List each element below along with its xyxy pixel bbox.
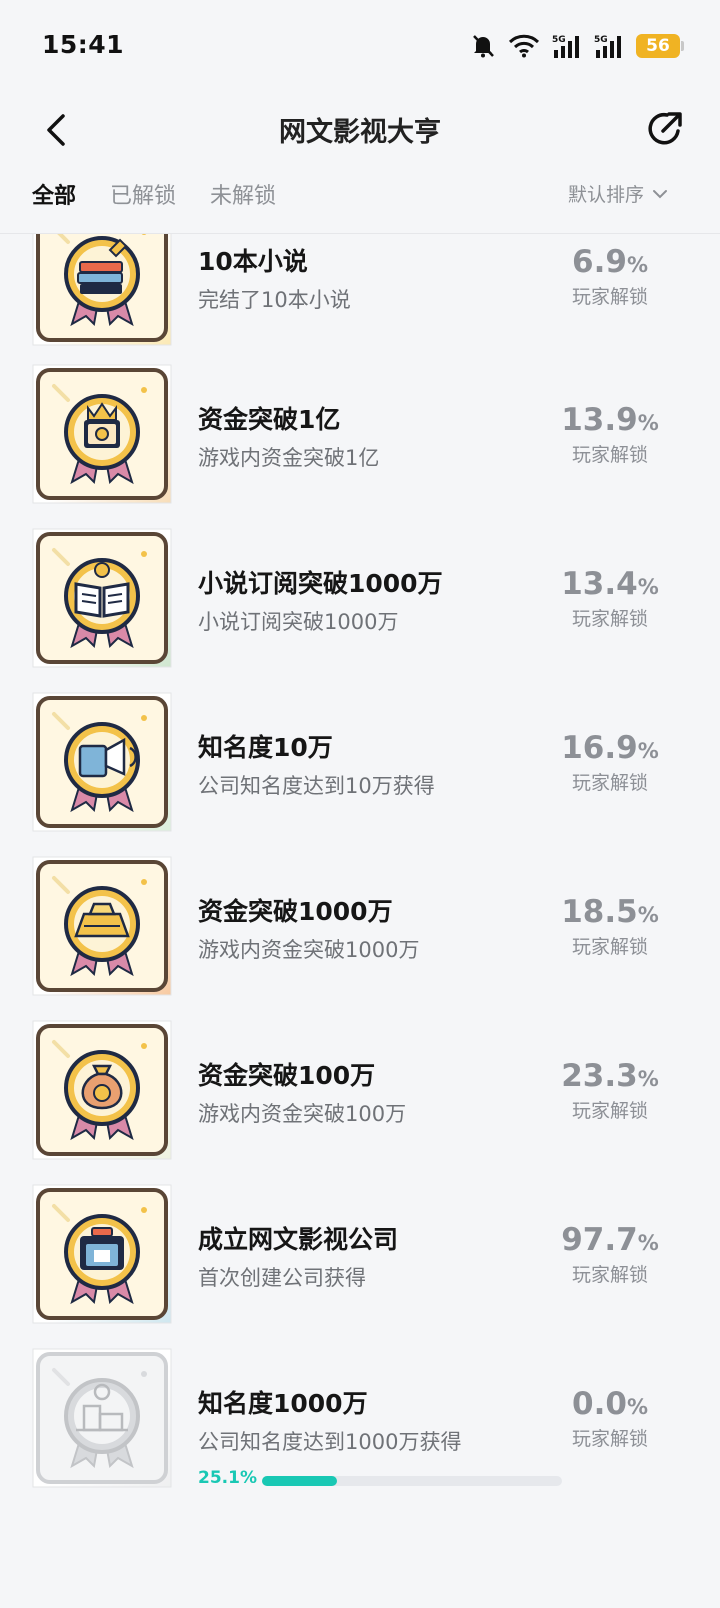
wifi-icon <box>508 34 540 58</box>
unlock-rate: 13.4% 玩家解锁 <box>540 566 680 631</box>
unlock-rate: 18.5% 玩家解锁 <box>540 894 680 959</box>
achievement-name: 资金突破1000万 <box>198 897 393 926</box>
unlock-percent: 23.3 <box>561 1058 638 1094</box>
achievement-item[interactable]: 资金突破1000万游戏内资金突破1000万 18.5% 玩家解锁 <box>0 856 720 1024</box>
achievement-item[interactable]: 成立网文影视公司首次创建公司获得 97.7% 玩家解锁 <box>0 1184 720 1352</box>
svg-text:5G: 5G <box>594 35 608 45</box>
achievement-item[interactable]: 10本小说完结了10本小说 6.9% 玩家解锁 <box>0 234 720 374</box>
unlock-rate: 0.0% 玩家解锁 <box>540 1386 680 1451</box>
progress-track <box>262 1476 562 1486</box>
unlock-percent: 97.7 <box>561 1222 638 1258</box>
achievement-item[interactable]: 知名度1000万公司知名度达到1000万获得 0.0% 玩家解锁 25.1% <box>0 1348 720 1516</box>
unlock-rate: 23.3% 玩家解锁 <box>540 1058 680 1123</box>
unlock-label: 玩家解锁 <box>571 444 648 466</box>
unlock-label: 玩家解锁 <box>571 1264 648 1286</box>
achievement-progress: 25.1% <box>198 1468 568 1492</box>
achievement-name: 资金突破1亿 <box>198 405 341 434</box>
achievement-item[interactable]: 资金突破1亿游戏内资金突破1亿 13.9% 玩家解锁 <box>0 364 720 532</box>
achievement-list: 10本小说完结了10本小说 6.9% 玩家解锁 资金突破1亿游戏内资金突破1亿 … <box>0 234 720 1608</box>
unlock-rate: 16.9% 玩家解锁 <box>540 730 680 795</box>
unlock-percent: 13.4 <box>561 566 638 602</box>
achievement-name: 10本小说 <box>198 247 308 276</box>
tab-all[interactable]: 全部 <box>32 178 76 210</box>
battery-indicator: 56 <box>636 34 684 58</box>
share-arrow-icon <box>648 112 682 145</box>
filter-tabs: 全部 已解锁 未解锁 默认排序 <box>0 172 720 234</box>
signal-5g-icon: 5G <box>552 33 582 59</box>
achievement-name: 成立网文影视公司 <box>198 1225 399 1254</box>
percent-unit: % <box>637 739 659 763</box>
unlock-label: 玩家解锁 <box>571 1100 648 1122</box>
percent-unit: % <box>637 411 659 435</box>
achievement-name: 小说订阅突破1000万 <box>198 569 443 598</box>
signal-5g-icon: 5G <box>594 33 624 59</box>
sort-dropdown[interactable]: 默认排序 <box>568 180 668 207</box>
achievement-name: 资金突破100万 <box>198 1061 376 1090</box>
unlock-label: 玩家解锁 <box>571 936 648 958</box>
unlock-label: 玩家解锁 <box>571 1428 648 1450</box>
achievement-description: 游戏内资金突破1000万 <box>198 938 420 962</box>
company-box-icon <box>32 1184 172 1324</box>
unlock-percent: 18.5 <box>561 894 638 930</box>
page-title: 网文影视大亨 <box>279 117 441 148</box>
achievement-description: 游戏内资金突破100万 <box>198 1102 407 1126</box>
percent-unit: % <box>637 1231 659 1255</box>
percent-unit: % <box>626 253 648 277</box>
progress-text: 25.1% <box>198 1468 257 1488</box>
percent-unit: % <box>637 1067 659 1091</box>
unlock-rate: 13.9% 玩家解锁 <box>540 402 680 467</box>
nav-bar: 网文影视大亨 <box>0 92 720 172</box>
status-time: 15:41 <box>42 30 125 59</box>
svg-text:5G: 5G <box>552 35 566 45</box>
achievement-name: 知名度1000万 <box>198 1389 368 1418</box>
achievement-item[interactable]: 小说订阅突破1000万 小说订阅突破1000万 13.4% 玩家解锁 <box>0 528 720 696</box>
achievement-description: 游戏内资金突破1亿 <box>198 446 380 470</box>
crown-safe-icon <box>32 364 172 504</box>
achievement-description: 小说订阅突破1000万 <box>198 610 399 634</box>
unlock-percent: 13.9 <box>561 402 638 438</box>
progress-fill <box>262 1476 337 1486</box>
percent-unit: % <box>637 903 659 927</box>
status-bar: 15:41 5G 5G 56 <box>0 0 720 92</box>
money-bag-icon <box>32 1020 172 1160</box>
achievement-description: 公司知名度达到1000万获得 <box>198 1430 462 1454</box>
trophy-stage-icon <box>32 1348 172 1488</box>
unlock-percent: 6.9 <box>572 244 627 280</box>
status-icons: 5G 5G 56 <box>470 30 684 62</box>
unlock-rate: 97.7% 玩家解锁 <box>540 1222 680 1287</box>
achievement-item[interactable]: 资金突破100万游戏内资金突破100万 23.3% 玩家解锁 <box>0 1020 720 1188</box>
chevron-down-icon <box>653 189 667 198</box>
books-pencil-icon <box>32 234 172 346</box>
sort-label: 默认排序 <box>567 184 644 206</box>
achievement-description: 首次创建公司获得 <box>198 1266 366 1290</box>
achievement-item[interactable]: 知名度10万公司知名度达到10万获得 16.9% 玩家解锁 <box>0 692 720 860</box>
percent-unit: % <box>637 575 659 599</box>
achievement-name: 知名度10万 <box>198 733 333 762</box>
unlock-label: 玩家解锁 <box>571 286 648 308</box>
unlock-percent: 16.9 <box>561 730 638 766</box>
megaphone-icon <box>32 692 172 832</box>
share-button[interactable] <box>642 106 688 152</box>
unlock-label: 玩家解锁 <box>571 772 648 794</box>
unlock-label: 玩家解锁 <box>571 608 648 630</box>
percent-unit: % <box>626 1395 648 1419</box>
achievement-description: 公司知名度达到10万获得 <box>198 774 435 798</box>
open-book-icon <box>32 528 172 668</box>
achievement-description: 完结了10本小说 <box>198 288 351 312</box>
bell-muted-icon <box>470 33 496 59</box>
gold-ingot-icon <box>32 856 172 996</box>
unlock-rate: 6.9% 玩家解锁 <box>540 244 680 309</box>
tab-locked[interactable]: 未解锁 <box>210 178 276 210</box>
tab-unlocked[interactable]: 已解锁 <box>110 178 176 210</box>
unlock-percent: 0.0 <box>572 1386 627 1422</box>
